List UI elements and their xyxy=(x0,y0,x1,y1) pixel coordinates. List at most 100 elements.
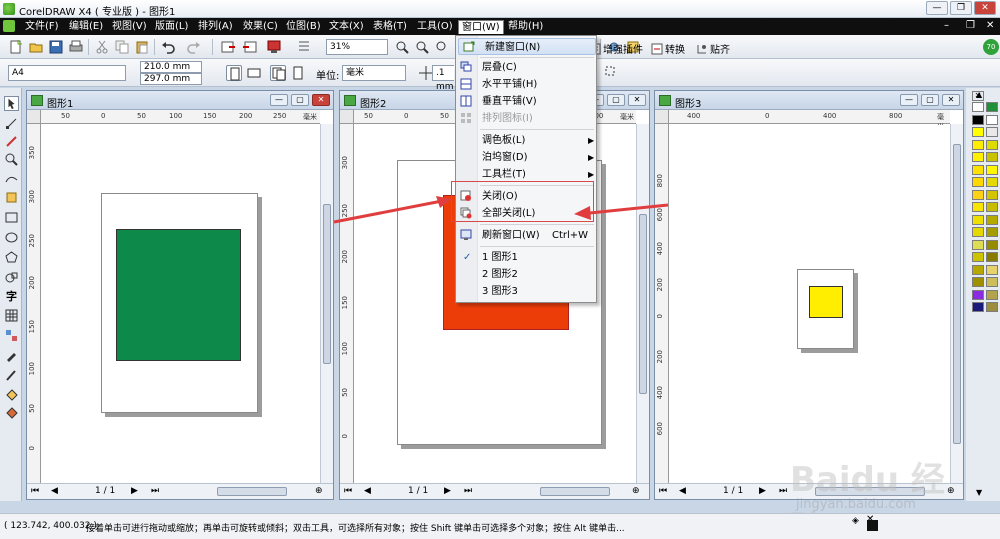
horizontal-scrollbar-thumb[interactable] xyxy=(540,487,610,496)
color-swatch[interactable] xyxy=(986,289,998,300)
zoom-tool-icon[interactable] xyxy=(434,39,450,55)
color-swatch[interactable] xyxy=(972,289,984,300)
page-height-field[interactable]: 297.0 mm xyxy=(140,73,202,85)
export-icon[interactable] xyxy=(242,39,258,55)
freehand-tool-icon[interactable] xyxy=(4,172,19,187)
polygon-tool-icon[interactable] xyxy=(4,250,19,265)
next-page-icon[interactable]: ▶ xyxy=(759,486,766,496)
menu-item-doc-3[interactable]: 3 图形3 xyxy=(456,283,596,300)
prev-page-icon[interactable]: ◀ xyxy=(364,486,371,496)
print-icon[interactable] xyxy=(68,39,84,55)
rectangle-tool-icon[interactable] xyxy=(4,210,19,225)
vertical-scrollbar[interactable] xyxy=(320,124,333,483)
color-swatch[interactable] xyxy=(986,114,998,125)
all-pages-icon[interactable] xyxy=(270,65,286,81)
color-swatch[interactable] xyxy=(986,252,998,262)
ruler-origin[interactable] xyxy=(340,110,354,124)
publish-icon[interactable] xyxy=(266,39,282,55)
current-page-icon[interactable] xyxy=(290,65,306,81)
menu-item-tile-horizontal[interactable]: 水平平铺(H) xyxy=(456,76,596,93)
pick-tool-icon[interactable] xyxy=(4,96,19,111)
menu-item-cascade[interactable]: 层叠(C) xyxy=(456,59,596,76)
color-swatch[interactable] xyxy=(972,227,984,237)
color-swatch[interactable] xyxy=(972,177,984,187)
color-swatch[interactable] xyxy=(986,164,998,175)
application-launcher-icon[interactable] xyxy=(296,39,312,55)
menu-item-new-window[interactable]: 新建窗口(N) xyxy=(458,38,596,55)
drawing-canvas[interactable] xyxy=(42,125,319,482)
page-width-field[interactable]: 210.0 mm xyxy=(140,61,202,73)
color-swatch[interactable] xyxy=(986,152,998,162)
scrollbar-thumb[interactable] xyxy=(639,214,647,394)
menu-edit[interactable]: 编辑(E) xyxy=(66,20,106,34)
menu-bitmaps[interactable]: 位图(B) xyxy=(283,20,324,34)
doc-maximize-button[interactable]: ▢ xyxy=(921,94,939,106)
document-page[interactable] xyxy=(101,193,258,413)
menu-window[interactable]: 窗口(W) xyxy=(458,20,504,34)
prev-page-icon[interactable]: ◀ xyxy=(51,486,58,496)
add-page-icon[interactable]: ⏭ xyxy=(464,486,472,496)
next-page-icon[interactable]: ▶ xyxy=(444,486,451,496)
doc-minimize-button[interactable]: — xyxy=(270,94,288,106)
horizontal-ruler[interactable]: 50 0 50 100 150 200 250 毫米 xyxy=(41,110,320,124)
doc-close-button[interactable]: ✕ xyxy=(942,94,960,106)
document-page[interactable] xyxy=(797,269,854,349)
save-icon[interactable] xyxy=(48,39,64,55)
zoom-level-field[interactable]: 31% xyxy=(326,39,388,55)
maximize-button[interactable]: ❐ xyxy=(950,1,972,15)
color-swatch[interactable] xyxy=(986,189,998,200)
paste-icon[interactable] xyxy=(134,39,150,55)
color-swatch[interactable] xyxy=(972,127,984,137)
menu-help[interactable]: 帮助(H) xyxy=(505,20,546,34)
landscape-icon[interactable] xyxy=(246,65,262,81)
color-swatch[interactable] xyxy=(972,152,984,162)
horizontal-scrollbar-thumb[interactable] xyxy=(217,487,287,496)
color-swatch[interactable] xyxy=(986,277,998,287)
ellipse-tool-icon[interactable] xyxy=(4,230,19,245)
doc-minimize-button[interactable]: — xyxy=(900,94,918,106)
copy-icon[interactable] xyxy=(114,39,130,55)
color-swatch[interactable] xyxy=(986,214,998,225)
horizontal-ruler[interactable]: 400 0 400 800 毫米 xyxy=(669,110,950,131)
palette-scroll-down-icon[interactable]: ▼ xyxy=(976,488,982,497)
zoom-navigator-icon[interactable]: ⊕ xyxy=(315,486,323,496)
zoom-out-icon[interactable] xyxy=(414,39,430,55)
color-swatch[interactable] xyxy=(986,102,998,112)
color-swatch[interactable] xyxy=(972,252,984,262)
eyedropper-tool-icon[interactable] xyxy=(4,348,19,363)
color-swatch[interactable] xyxy=(972,214,984,225)
cut-icon[interactable] xyxy=(94,39,110,55)
nudge-distance-field[interactable]: .1 mm xyxy=(432,65,454,92)
scrollbar-thumb[interactable] xyxy=(953,144,961,444)
unit-select[interactable]: 毫米 xyxy=(342,65,406,81)
first-page-icon[interactable]: ⏮ xyxy=(344,486,352,496)
scrollbar-thumb[interactable] xyxy=(323,204,331,364)
zoom-navigator-icon[interactable]: ⊕ xyxy=(632,486,640,496)
next-page-icon[interactable]: ▶ xyxy=(131,486,138,496)
undo-icon[interactable] xyxy=(160,39,176,55)
no-color-swatch[interactable]: ✕ xyxy=(972,91,984,101)
ruler-origin[interactable] xyxy=(655,110,669,124)
zoom-in-icon[interactable] xyxy=(394,39,410,55)
menu-text[interactable]: 文本(X) xyxy=(326,20,367,34)
first-page-icon[interactable]: ⏮ xyxy=(31,486,39,496)
menu-item-tile-vertical[interactable]: 垂直平铺(V) xyxy=(456,93,596,110)
vertical-ruler[interactable]: 350 300 250 200 150 100 50 0 xyxy=(27,124,41,483)
menu-item-refresh-window[interactable]: 刷新窗口(W) Ctrl+W xyxy=(456,227,596,244)
new-document-icon[interactable] xyxy=(8,39,24,55)
close-button[interactable]: ✕ xyxy=(974,1,996,15)
blend-tool-icon[interactable] xyxy=(4,328,19,343)
menu-item-color-palettes[interactable]: 调色板(L) ▶ xyxy=(456,132,596,149)
add-page-icon[interactable]: ⏭ xyxy=(151,486,159,496)
doc-close-button[interactable]: ✕ xyxy=(986,20,994,31)
menu-effects[interactable]: 效果(C) xyxy=(240,20,281,34)
color-swatch[interactable] xyxy=(972,102,984,112)
menu-item-doc-1[interactable]: ✓ 1 图形1 xyxy=(456,249,596,266)
zoom-tool-icon[interactable] xyxy=(4,152,19,167)
vertical-scrollbar[interactable] xyxy=(636,124,649,483)
color-swatch[interactable] xyxy=(972,264,984,275)
outline-tool-icon[interactable] xyxy=(4,368,19,383)
menu-file[interactable]: 文件(F) xyxy=(22,20,62,34)
menu-table[interactable]: 表格(T) xyxy=(370,20,410,34)
smart-fill-tool-icon[interactable] xyxy=(4,190,19,205)
